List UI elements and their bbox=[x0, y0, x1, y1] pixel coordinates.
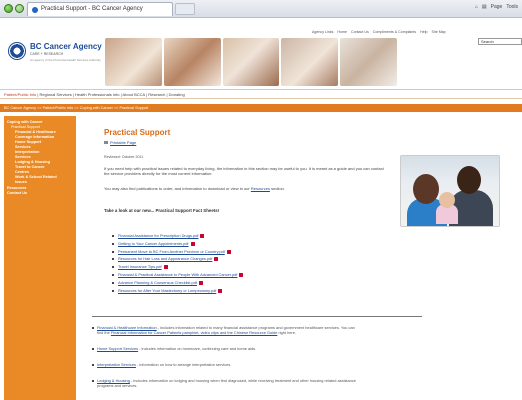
banner-photo bbox=[281, 38, 339, 86]
back-icon[interactable] bbox=[4, 4, 13, 13]
factsheet-link[interactable]: Permanent Move to BC From Another Provin… bbox=[112, 248, 243, 256]
pdf-icon bbox=[200, 233, 205, 238]
new-tab-button[interactable] bbox=[175, 3, 195, 15]
sidebar-item-work-school-2[interactable]: Issues bbox=[7, 180, 73, 185]
factsheet-list: Financial Assistance for Prescription Dr… bbox=[112, 232, 244, 295]
pdf-icon bbox=[190, 241, 195, 246]
factsheet-link[interactable]: Advance Planning & Consensus Checklist.p… bbox=[112, 279, 243, 287]
page-menu[interactable]: Page bbox=[491, 4, 503, 10]
financial-pamphlet-link[interactable]: Financial Information for Cancer Patient… bbox=[111, 330, 278, 335]
sidebar-item-contact[interactable]: Contact Us bbox=[7, 191, 73, 196]
web-page: Agency Links Home Contact Us Compliments… bbox=[0, 18, 522, 400]
site-logo[interactable]: BC Cancer Agency CARE + RESEARCH An agen… bbox=[8, 40, 102, 70]
factsheet-link[interactable]: Travel Insurance Tips.pdf bbox=[112, 263, 243, 271]
favicon-icon bbox=[32, 7, 38, 13]
logo-mark-icon bbox=[8, 42, 26, 60]
page-title: Practical Support bbox=[104, 128, 171, 137]
link-contact[interactable]: Contact Us bbox=[351, 30, 369, 34]
pdf-icon bbox=[239, 272, 244, 277]
link-help[interactable]: Help bbox=[420, 30, 427, 34]
nav-about[interactable]: About BCCA bbox=[123, 92, 145, 97]
service-item-interpretation: Interpretation Services - information on… bbox=[92, 362, 512, 367]
printable-page-link[interactable]: Printable Page bbox=[104, 140, 136, 145]
banner-photo bbox=[222, 38, 280, 86]
print-icon bbox=[104, 141, 108, 145]
sidebar-nav: Coping with Cancer Practical Support Fin… bbox=[4, 116, 76, 400]
service-item-financial: Financial & Healthcare Information - inc… bbox=[92, 325, 512, 336]
tools-menu[interactable]: Tools bbox=[506, 4, 518, 10]
nav-health-professionals[interactable]: Health Professionals Info bbox=[75, 92, 119, 97]
interpretation-link[interactable]: Interpretation Services bbox=[97, 362, 136, 367]
sidebar-item-resources[interactable]: Resources bbox=[7, 186, 73, 191]
link-agency-links[interactable]: Agency Links bbox=[312, 30, 333, 34]
banner-photo bbox=[105, 38, 162, 86]
link-home[interactable]: Home bbox=[337, 30, 347, 34]
intro-paragraph: If you need help with practical issues r… bbox=[104, 166, 384, 177]
section-divider bbox=[92, 316, 422, 317]
browser-tools: ⌂ ▤ Page Tools bbox=[475, 4, 518, 10]
forward-icon[interactable] bbox=[15, 4, 24, 13]
home-icon[interactable]: ⌂ bbox=[475, 4, 478, 10]
link-site-map[interactable]: Site Map bbox=[432, 30, 446, 34]
header-photo-banner bbox=[105, 38, 397, 86]
family-photo bbox=[400, 155, 500, 227]
logo-subtitle: CARE + RESEARCH bbox=[30, 52, 64, 56]
pdf-icon bbox=[198, 280, 203, 285]
tab-title: Practical Support - BC Cancer Agency bbox=[41, 6, 143, 12]
banner-photo bbox=[340, 38, 397, 86]
factsheet-link[interactable]: Getting to Your Cancer Appointments.pdf bbox=[112, 240, 243, 248]
nav-regional-services[interactable]: Regional Services bbox=[40, 92, 72, 97]
resources-link[interactable]: Resources bbox=[251, 186, 270, 191]
factsheet-link[interactable]: Resources for After Your Mastectomy or L… bbox=[112, 287, 243, 295]
search-input[interactable]: Search bbox=[478, 38, 522, 45]
utility-links: Agency Links Home Contact Us Compliments… bbox=[312, 30, 449, 34]
pdf-icon bbox=[214, 257, 219, 262]
factsheet-link[interactable]: Financial Assistance for Prescription Dr… bbox=[112, 232, 243, 240]
print-icon[interactable]: ▤ bbox=[482, 4, 487, 10]
banner-photo bbox=[163, 38, 221, 86]
home-support-link[interactable]: Home Support Services bbox=[97, 346, 138, 351]
browser-toolbar: Practical Support - BC Cancer Agency ⌂ ▤… bbox=[0, 0, 522, 18]
factsheet-link[interactable]: Financial & Practical Assistance to Peop… bbox=[112, 271, 244, 279]
browser-tab[interactable]: Practical Support - BC Cancer Agency bbox=[27, 2, 173, 16]
publications-note: You may also find publications to order,… bbox=[104, 186, 285, 191]
audience-nav: Patient/Public Info | Regional Services … bbox=[0, 89, 522, 99]
pdf-icon bbox=[163, 265, 168, 270]
nav-research[interactable]: Research bbox=[148, 92, 165, 97]
pdf-icon bbox=[226, 249, 231, 254]
service-item-lodging: Lodging & Housing - includes information… bbox=[92, 378, 512, 389]
service-item-home-support: Home Support Services - includes informa… bbox=[92, 346, 512, 351]
pdf-icon bbox=[218, 288, 223, 293]
reviewed-date: Reviewed: October 2011 bbox=[104, 155, 144, 159]
factsheet-link[interactable]: Resources for Hair Loss and Appearance C… bbox=[112, 255, 243, 263]
factsheets-heading: Take a look at our new... Practical Supp… bbox=[104, 208, 220, 213]
breadcrumb[interactable]: BC Cancer Agency >> Patient/Public Info … bbox=[0, 104, 522, 112]
logo-name: BC Cancer Agency bbox=[30, 42, 102, 51]
logo-tagline: An agency of the Provincial Health Servi… bbox=[30, 58, 101, 62]
nav-patient-public[interactable]: Patient/Public Info bbox=[4, 92, 36, 97]
services-list: Financial & Healthcare Information - inc… bbox=[92, 325, 512, 399]
lodging-housing-link[interactable]: Lodging & Housing bbox=[97, 378, 130, 383]
nav-donating[interactable]: Donating bbox=[169, 92, 185, 97]
link-compliments[interactable]: Compliments & Complaints bbox=[373, 30, 416, 34]
financial-healthcare-link[interactable]: Financial & Healthcare Information bbox=[97, 325, 157, 330]
